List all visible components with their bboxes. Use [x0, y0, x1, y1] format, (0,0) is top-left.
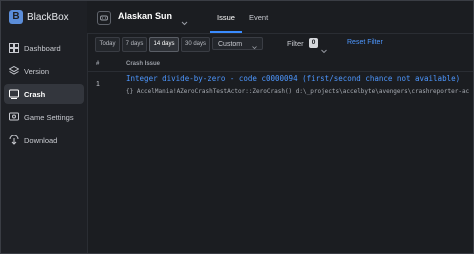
game-selector-name[interactable]: Alaskan Sun: [118, 11, 172, 21]
sidebar-item-version[interactable]: Version: [4, 61, 84, 81]
sidebar-item-label: Download: [24, 135, 58, 145]
crash-icon: [9, 89, 19, 99]
dashboard-icon: [9, 43, 19, 53]
filter-count-badge: 0: [309, 38, 318, 48]
settings-icon: [9, 112, 19, 122]
sidebar-item-download[interactable]: Download: [4, 130, 84, 150]
download-icon: [9, 135, 19, 145]
table-row[interactable]: 1 Integer divide-by-zero - code c0000094…: [87, 72, 473, 104]
sidebar-item-label: Crash: [24, 89, 46, 99]
active-tab-indicator: [210, 31, 242, 33]
top-header: Alaskan Sun Issue Event: [87, 1, 473, 34]
sidebar: B BlackBox Dashboard Version Crash Game …: [1, 1, 88, 253]
range-30-days-button[interactable]: 30 days: [181, 37, 210, 52]
sidebar-nav: Dashboard Version Crash Game Settings Do…: [4, 38, 84, 153]
crash-issue-title-link[interactable]: Integer divide-by-zero - code c0000094 (…: [126, 74, 460, 83]
chevron-down-icon[interactable]: [181, 14, 188, 26]
tab-issue[interactable]: Issue: [217, 13, 235, 22]
crash-issue-callstack: {} AccelMania!AZeroCrashTestActor::ZeroC…: [126, 88, 470, 95]
column-header-crash-issue: Crash Issue: [126, 61, 161, 67]
sidebar-item-game-settings[interactable]: Game Settings: [4, 107, 84, 127]
custom-range-select[interactable]: Custom: [212, 37, 263, 50]
app-window: B BlackBox Dashboard Version Crash Game …: [0, 0, 474, 254]
range-7-days-button[interactable]: 7 days: [122, 37, 147, 52]
filter-label[interactable]: Filter: [287, 39, 304, 48]
sidebar-item-label: Dashboard: [24, 43, 61, 53]
reset-filter-link[interactable]: Reset Filter: [347, 39, 383, 46]
tab-event[interactable]: Event: [249, 13, 268, 22]
chevron-down-icon[interactable]: [321, 41, 327, 54]
version-icon: [9, 66, 19, 76]
blackbox-logo-icon: B: [9, 10, 23, 24]
sidebar-item-dashboard[interactable]: Dashboard: [4, 38, 84, 58]
range-14-days-button[interactable]: 14 days: [149, 37, 179, 52]
custom-range-value: Custom: [218, 41, 243, 48]
column-header-number: #: [96, 61, 100, 67]
range-today-button[interactable]: Today: [95, 37, 120, 52]
app-logo[interactable]: B BlackBox: [9, 10, 69, 24]
app-name: BlackBox: [27, 11, 69, 23]
chevron-down-icon: [252, 42, 257, 50]
sidebar-item-crash[interactable]: Crash: [4, 84, 84, 104]
sidebar-item-label: Version: [24, 66, 50, 76]
row-number: 1: [96, 81, 100, 88]
filter-toolbar: Today 7 days 14 days 30 days Custom Filt…: [87, 34, 473, 54]
game-controller-icon: [97, 11, 111, 25]
sidebar-item-label: Game Settings: [24, 112, 74, 122]
